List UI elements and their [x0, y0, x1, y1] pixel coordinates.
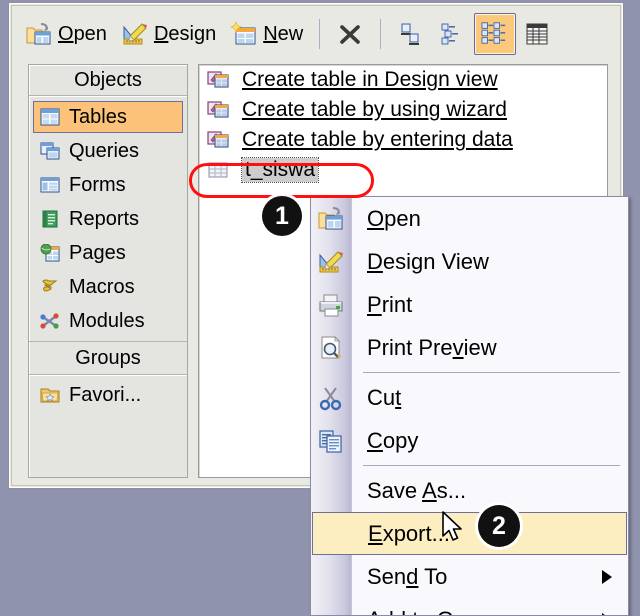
details-view-button[interactable] [516, 13, 558, 55]
list-view-button[interactable] [474, 13, 516, 55]
design-button[interactable]: Design [114, 13, 223, 55]
menu-item-export[interactable]: Export... [312, 512, 627, 555]
page-icon [40, 244, 60, 262]
menu-separator [363, 465, 620, 466]
new-table-sparkle-icon [230, 20, 258, 48]
menu-separator [363, 372, 620, 373]
small-icons-view-button[interactable] [432, 13, 474, 55]
menu-item-label: Save As... [367, 478, 466, 504]
step-badge-2: 2 [478, 505, 520, 547]
sidebar-item-label: Tables [69, 106, 127, 129]
menu-item-label: Print Preview [367, 335, 497, 361]
menu-item-copy[interactable]: Copy [311, 419, 628, 462]
create-shortcut-icon [207, 70, 229, 90]
menu-item-open[interactable]: Open [311, 197, 628, 240]
list-item-label: t_siswa [242, 158, 318, 182]
delete-button[interactable] [329, 13, 371, 55]
list-item-label: Create table by entering data [242, 128, 513, 152]
sidebar-item-queries[interactable]: Queries [33, 135, 183, 167]
design-button-label: Design [154, 23, 216, 46]
menu-item-label: Print [367, 292, 412, 318]
large-icons-view-icon [397, 20, 425, 48]
small-icons-view-icon [439, 20, 467, 48]
create-shortcut-icon [207, 130, 229, 150]
list-item-selected[interactable]: t_siswa [199, 155, 607, 185]
form-icon [40, 176, 60, 194]
table-icon [40, 108, 60, 126]
open-folder-table-icon [25, 20, 53, 48]
menu-item-add-to-group[interactable]: Add to Group [311, 598, 628, 616]
menu-item-save-as[interactable]: Save As... [311, 469, 628, 512]
sidebar-item-modules[interactable]: Modules [33, 305, 183, 337]
list-item[interactable]: Create table in Design view [199, 65, 607, 95]
database-toolbar: Open [18, 10, 614, 58]
toolbar-separator-2 [380, 19, 381, 49]
details-view-icon [523, 20, 551, 48]
menu-item-label: Export... [368, 521, 450, 547]
sidebar-item-label: Favori... [69, 384, 141, 407]
sidebar-item-label: Forms [69, 174, 126, 197]
delete-x-icon [336, 20, 364, 48]
module-icon [40, 312, 60, 330]
menu-item-label: Send To [367, 564, 447, 590]
list-item-label: Create table by using wizard [242, 98, 507, 122]
create-shortcut-icon [207, 100, 229, 120]
sidebar-item-forms[interactable]: Forms [33, 169, 183, 201]
objects-panel-header: Objects [29, 65, 187, 96]
sidebar-item-label: Pages [69, 242, 126, 265]
table-small-icon [207, 160, 229, 180]
new-button[interactable]: New [223, 13, 310, 55]
chevron-right-icon [602, 570, 612, 584]
menu-item-design-view[interactable]: Design View [311, 240, 628, 283]
sidebar-item-label: Modules [69, 310, 145, 333]
chevron-right-icon [602, 613, 612, 616]
sidebar-item-reports[interactable]: Reports [33, 203, 183, 235]
menu-item-send-to[interactable]: Send To [311, 555, 628, 598]
context-menu[interactable]: Open Design View [310, 196, 629, 616]
groups-panel-header: Groups [29, 341, 187, 375]
sidebar-item-label: Macros [69, 276, 135, 299]
step-badge-1: 1 [262, 196, 302, 236]
new-button-label: New [263, 23, 303, 46]
design-view-icon [317, 248, 345, 276]
menu-item-label: Cut [367, 385, 401, 411]
menu-item-label: Copy [367, 428, 418, 454]
macro-icon [40, 278, 60, 296]
open-button[interactable]: Open [18, 13, 114, 55]
menu-item-label: Open [367, 206, 421, 232]
query-icon [40, 142, 60, 160]
printer-icon [317, 291, 345, 319]
sidebar-item-favorites[interactable]: Favori... [33, 379, 183, 411]
design-ruler-pencil-icon [121, 20, 149, 48]
large-icons-view-button[interactable] [390, 13, 432, 55]
list-item[interactable]: Create table by using wizard [199, 95, 607, 125]
sidebar-item-pages[interactable]: Pages [33, 237, 183, 269]
menu-item-label: Design View [367, 249, 489, 275]
objects-panel: Objects Tables [28, 64, 188, 478]
copy-icon [317, 427, 345, 455]
sidebar-item-label: Queries [69, 140, 139, 163]
menu-item-print[interactable]: Print [311, 283, 628, 326]
menu-item-print-preview[interactable]: Print Preview [311, 326, 628, 369]
report-icon [40, 210, 60, 228]
scissors-icon [317, 384, 345, 412]
sidebar-item-tables[interactable]: Tables [33, 101, 183, 133]
toolbar-separator [319, 19, 320, 49]
print-preview-icon [317, 334, 345, 362]
list-item-label: Create table in Design view [242, 68, 498, 92]
favorites-folder-icon [40, 386, 60, 404]
open-table-icon [317, 205, 345, 233]
menu-item-cut[interactable]: Cut [311, 376, 628, 419]
objects-list: Tables Queries [29, 96, 187, 337]
open-button-label: Open [58, 23, 107, 46]
list-item[interactable]: Create table by entering data [199, 125, 607, 155]
sidebar-item-macros[interactable]: Macros [33, 271, 183, 303]
sidebar-item-label: Reports [69, 208, 139, 231]
list-view-icon [481, 20, 509, 48]
